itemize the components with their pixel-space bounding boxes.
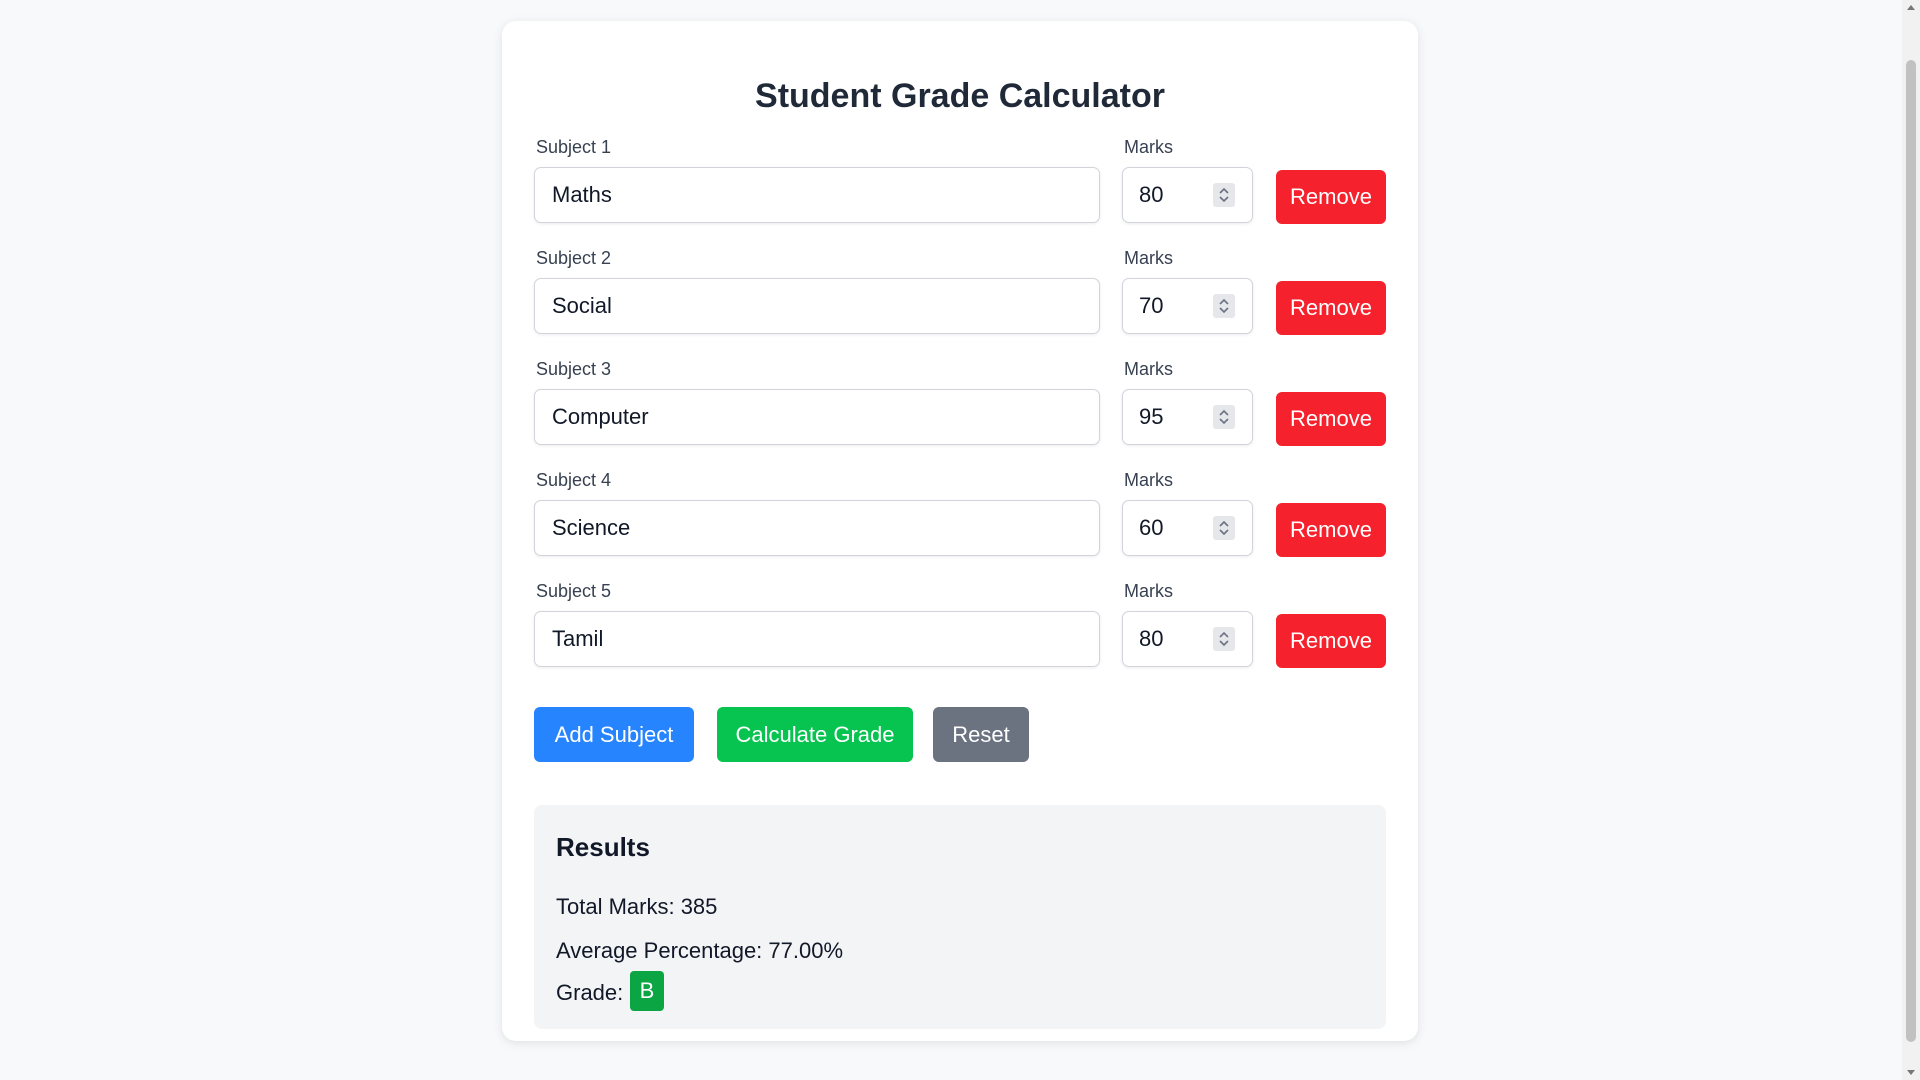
subject-name-input[interactable]: Maths bbox=[534, 167, 1100, 223]
spinner-up-down-icon[interactable] bbox=[1213, 627, 1235, 651]
subject-row: Subject 3 Marks Computer 95 Remove bbox=[534, 359, 1386, 449]
page-title: Student Grade Calculator bbox=[755, 77, 1165, 115]
subject-name-input[interactable]: Science bbox=[534, 500, 1100, 556]
subject-label: Subject 1 bbox=[536, 137, 612, 157]
marks-label: Marks bbox=[1124, 470, 1173, 490]
subject-label: Subject 3 bbox=[536, 359, 612, 379]
add-subject-button[interactable]: Add Subject bbox=[534, 707, 694, 762]
marks-input[interactable]: 70 bbox=[1122, 278, 1253, 334]
marks-input[interactable]: 80 bbox=[1122, 611, 1253, 667]
scrollbar-thumb[interactable] bbox=[1906, 60, 1916, 1042]
page: Student Grade Calculator Subject 1 Marks… bbox=[0, 0, 1920, 1080]
remove-button[interactable]: Remove bbox=[1276, 614, 1386, 668]
total-marks: Total Marks: 385 bbox=[556, 894, 718, 919]
subject-row: Subject 2 Marks Social 70 Remove bbox=[534, 248, 1386, 338]
remove-button[interactable]: Remove bbox=[1276, 503, 1386, 557]
average-percentage: Average Percentage: 77.00% bbox=[556, 938, 844, 963]
marks-value: 70 bbox=[1139, 293, 1164, 318]
subject-label: Subject 2 bbox=[536, 248, 612, 268]
grade-label: Grade: bbox=[556, 980, 624, 1005]
marks-input[interactable]: 95 bbox=[1122, 389, 1253, 445]
subject-label: Subject 5 bbox=[536, 581, 612, 601]
scroll-down-arrow-icon[interactable] bbox=[1907, 1070, 1915, 1075]
marks-value: 95 bbox=[1139, 404, 1164, 429]
calculate-grade-button[interactable]: Calculate Grade bbox=[717, 707, 913, 762]
remove-button[interactable]: Remove bbox=[1276, 392, 1386, 446]
marks-label: Marks bbox=[1124, 581, 1173, 601]
grade-badge: B bbox=[630, 971, 664, 1011]
marks-input[interactable]: 80 bbox=[1122, 167, 1253, 223]
marks-label: Marks bbox=[1124, 359, 1173, 379]
marks-label: Marks bbox=[1124, 248, 1173, 268]
marks-value: 80 bbox=[1139, 182, 1164, 207]
marks-value: 80 bbox=[1139, 626, 1164, 651]
marks-value: 60 bbox=[1139, 515, 1164, 540]
scroll-up-arrow-icon[interactable] bbox=[1907, 5, 1915, 10]
results-title: Results bbox=[556, 832, 650, 862]
subject-row: Subject 1 Marks Maths 80 Remove bbox=[534, 137, 1386, 227]
subject-name-input[interactable]: Computer bbox=[534, 389, 1100, 445]
spinner-up-down-icon[interactable] bbox=[1213, 183, 1235, 207]
grade-calculator-card: Student Grade Calculator Subject 1 Marks… bbox=[502, 21, 1418, 1041]
remove-button[interactable]: Remove bbox=[1276, 170, 1386, 224]
reset-button[interactable]: Reset bbox=[933, 707, 1029, 762]
subject-name-input[interactable]: Social bbox=[534, 278, 1100, 334]
marks-input[interactable]: 60 bbox=[1122, 500, 1253, 556]
subject-label: Subject 4 bbox=[536, 470, 612, 490]
marks-label: Marks bbox=[1124, 137, 1173, 157]
spinner-up-down-icon[interactable] bbox=[1213, 405, 1235, 429]
subject-name-input[interactable]: Tamil bbox=[534, 611, 1100, 667]
subject-row: Subject 5 Marks Tamil 80 Remove bbox=[534, 581, 1386, 671]
subject-row: Subject 4 Marks Science 60 Remove bbox=[534, 470, 1386, 560]
results-panel: Results Total Marks: 385 Average Percent… bbox=[534, 805, 1386, 1029]
remove-button[interactable]: Remove bbox=[1276, 281, 1386, 335]
vertical-scrollbar[interactable] bbox=[1902, 0, 1920, 1080]
spinner-up-down-icon[interactable] bbox=[1213, 294, 1235, 318]
spinner-up-down-icon[interactable] bbox=[1213, 516, 1235, 540]
